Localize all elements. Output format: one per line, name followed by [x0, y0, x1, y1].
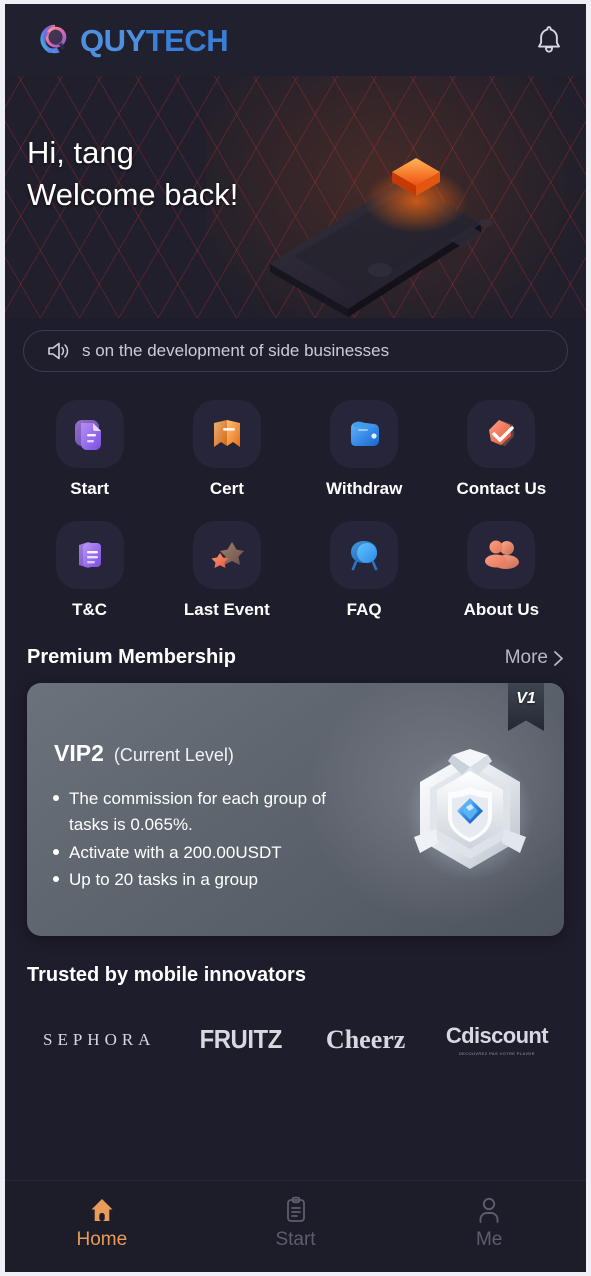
greeting-line: Hi, tang: [27, 135, 134, 170]
chat-bubble-icon: [351, 541, 378, 571]
quick-action-tile: [330, 400, 399, 468]
bookmark-ribbon-icon: [213, 420, 240, 447]
vip-level: VIP2: [54, 740, 104, 766]
quick-action-contact-us[interactable]: Contact Us: [433, 400, 570, 499]
person-icon: [479, 1197, 499, 1223]
brand-logo-cdiscount-name: Cdiscount: [445, 1023, 549, 1048]
document-icon: [74, 420, 101, 450]
quick-action-last-event[interactable]: Last Event: [158, 521, 295, 620]
quytech-swirl-logo-icon: [40, 24, 67, 54]
quick-action-tile: [330, 521, 399, 589]
quick-action-tile: [467, 521, 536, 589]
vip-card-wrap: V1 VIP2 (Current Level) The commission f…: [5, 669, 586, 936]
quick-action-label: About Us: [463, 600, 540, 619]
nav-item-start[interactable]: Start: [199, 1195, 393, 1251]
premium-membership-header: Premium Membership More: [5, 624, 586, 669]
quick-action-label: FAQ: [346, 600, 382, 619]
vip-level-row: VIP2 (Current Level): [54, 740, 234, 767]
more-label: More: [504, 647, 548, 668]
vip-benefit-item: Activate with a 200.00USDT: [51, 840, 361, 866]
quick-action-tile: [55, 521, 124, 589]
app-header: QUYTECH: [5, 4, 586, 76]
quick-action-tile: [55, 400, 124, 468]
documents-stack-icon: [78, 542, 101, 568]
users-icon: [485, 540, 520, 569]
vip-current-level-label: (Current Level): [113, 745, 234, 765]
chevron-right-icon: [554, 650, 563, 666]
nav-item-label: Home: [76, 1228, 128, 1250]
check-badge-icon: [489, 420, 515, 446]
brand-primary: QUY: [80, 22, 146, 58]
announcement-bar[interactable]: s on the development of side businesses: [23, 330, 568, 372]
section-title: Premium Membership: [27, 646, 236, 668]
nav-item-home[interactable]: Home: [5, 1195, 199, 1251]
wallet-icon: [351, 421, 380, 446]
quick-action-faq[interactable]: FAQ: [296, 521, 433, 620]
quick-action-label: T&C: [72, 600, 108, 619]
quick-action-withdraw[interactable]: Withdraw: [296, 400, 433, 499]
quick-action-start[interactable]: Start: [21, 400, 158, 499]
quick-action-about-us[interactable]: About Us: [433, 521, 570, 620]
brand-logo-fruitz: FRUITZ: [199, 1024, 283, 1054]
quick-action-label: Contact Us: [456, 479, 547, 498]
nav-item-label: Start: [275, 1228, 316, 1250]
hero-banner: Hi, tang Welcome back!: [5, 76, 586, 326]
vip-benefit-item: The commission for each group of tasks i…: [51, 786, 361, 838]
app-screen: QUYTECH Hi, tang Welcome back! s on the …: [5, 4, 586, 1272]
stars-icon: [211, 542, 244, 568]
brand-logos-row: SEPHORA FRUITZ Cheerz Cdiscount DECOUVRE…: [5, 987, 586, 1056]
vip-benefit-item: Up to 20 tasks in a group: [51, 867, 361, 893]
nav-item-label: Me: [475, 1228, 503, 1250]
quick-action-grid: Start Cert Withdraw Contact Us T&C Last …: [5, 372, 586, 624]
nav-item-me[interactable]: Me: [392, 1195, 586, 1251]
bottom-navigation: Home Start Me: [5, 1180, 586, 1272]
quick-action-label: Cert: [209, 479, 244, 498]
hexagon-shield-medal-icon: [406, 749, 534, 881]
quick-action-label: Last Event: [183, 600, 270, 619]
quick-action-label: Withdraw: [325, 479, 403, 498]
vip-benefits-list: The commission for each group of tasks i…: [51, 786, 361, 895]
home-icon: [91, 1198, 113, 1221]
quick-action-tile: [192, 400, 261, 468]
hero-greeting-block: Hi, tang Welcome back!: [27, 132, 238, 216]
more-link[interactable]: More: [505, 647, 564, 669]
quick-action-tc[interactable]: T&C: [21, 521, 158, 620]
trusted-title: Trusted by mobile innovators: [27, 964, 306, 986]
welcome-line: Welcome back!: [27, 176, 239, 212]
quick-action-label: Start: [70, 479, 109, 498]
brand-logo[interactable]: QUYTECH: [35, 21, 229, 59]
bell-icon[interactable]: [534, 23, 564, 57]
announcement-area: s on the development of side businesses: [5, 318, 586, 372]
vip-ribbon-label: V1: [516, 690, 536, 707]
brand-logo-cdiscount: Cdiscount DECOUVREZ PAS VOTRE PLAISIR: [445, 1023, 549, 1056]
brand-logo-cdiscount-tagline: DECOUVREZ PAS VOTRE PLAISIR: [458, 1051, 535, 1056]
brand-logo-cheerz: Cheerz: [325, 1024, 406, 1054]
quick-action-tile: [192, 521, 261, 589]
quick-action-tile: [467, 400, 536, 468]
brand-secondary: TECH: [145, 22, 229, 58]
clipboard-icon: [286, 1196, 305, 1222]
vip-card[interactable]: V1 VIP2 (Current Level) The commission f…: [27, 683, 564, 936]
brand-name: QUYTECH: [80, 22, 229, 58]
quick-action-cert[interactable]: Cert: [158, 400, 295, 499]
speaker-announcement-icon: [48, 342, 69, 360]
isometric-device-illustration-icon: [270, 158, 493, 317]
brand-logo-sephora: SEPHORA: [43, 1029, 156, 1049]
announcement-text: s on the development of side businesses: [82, 341, 390, 360]
